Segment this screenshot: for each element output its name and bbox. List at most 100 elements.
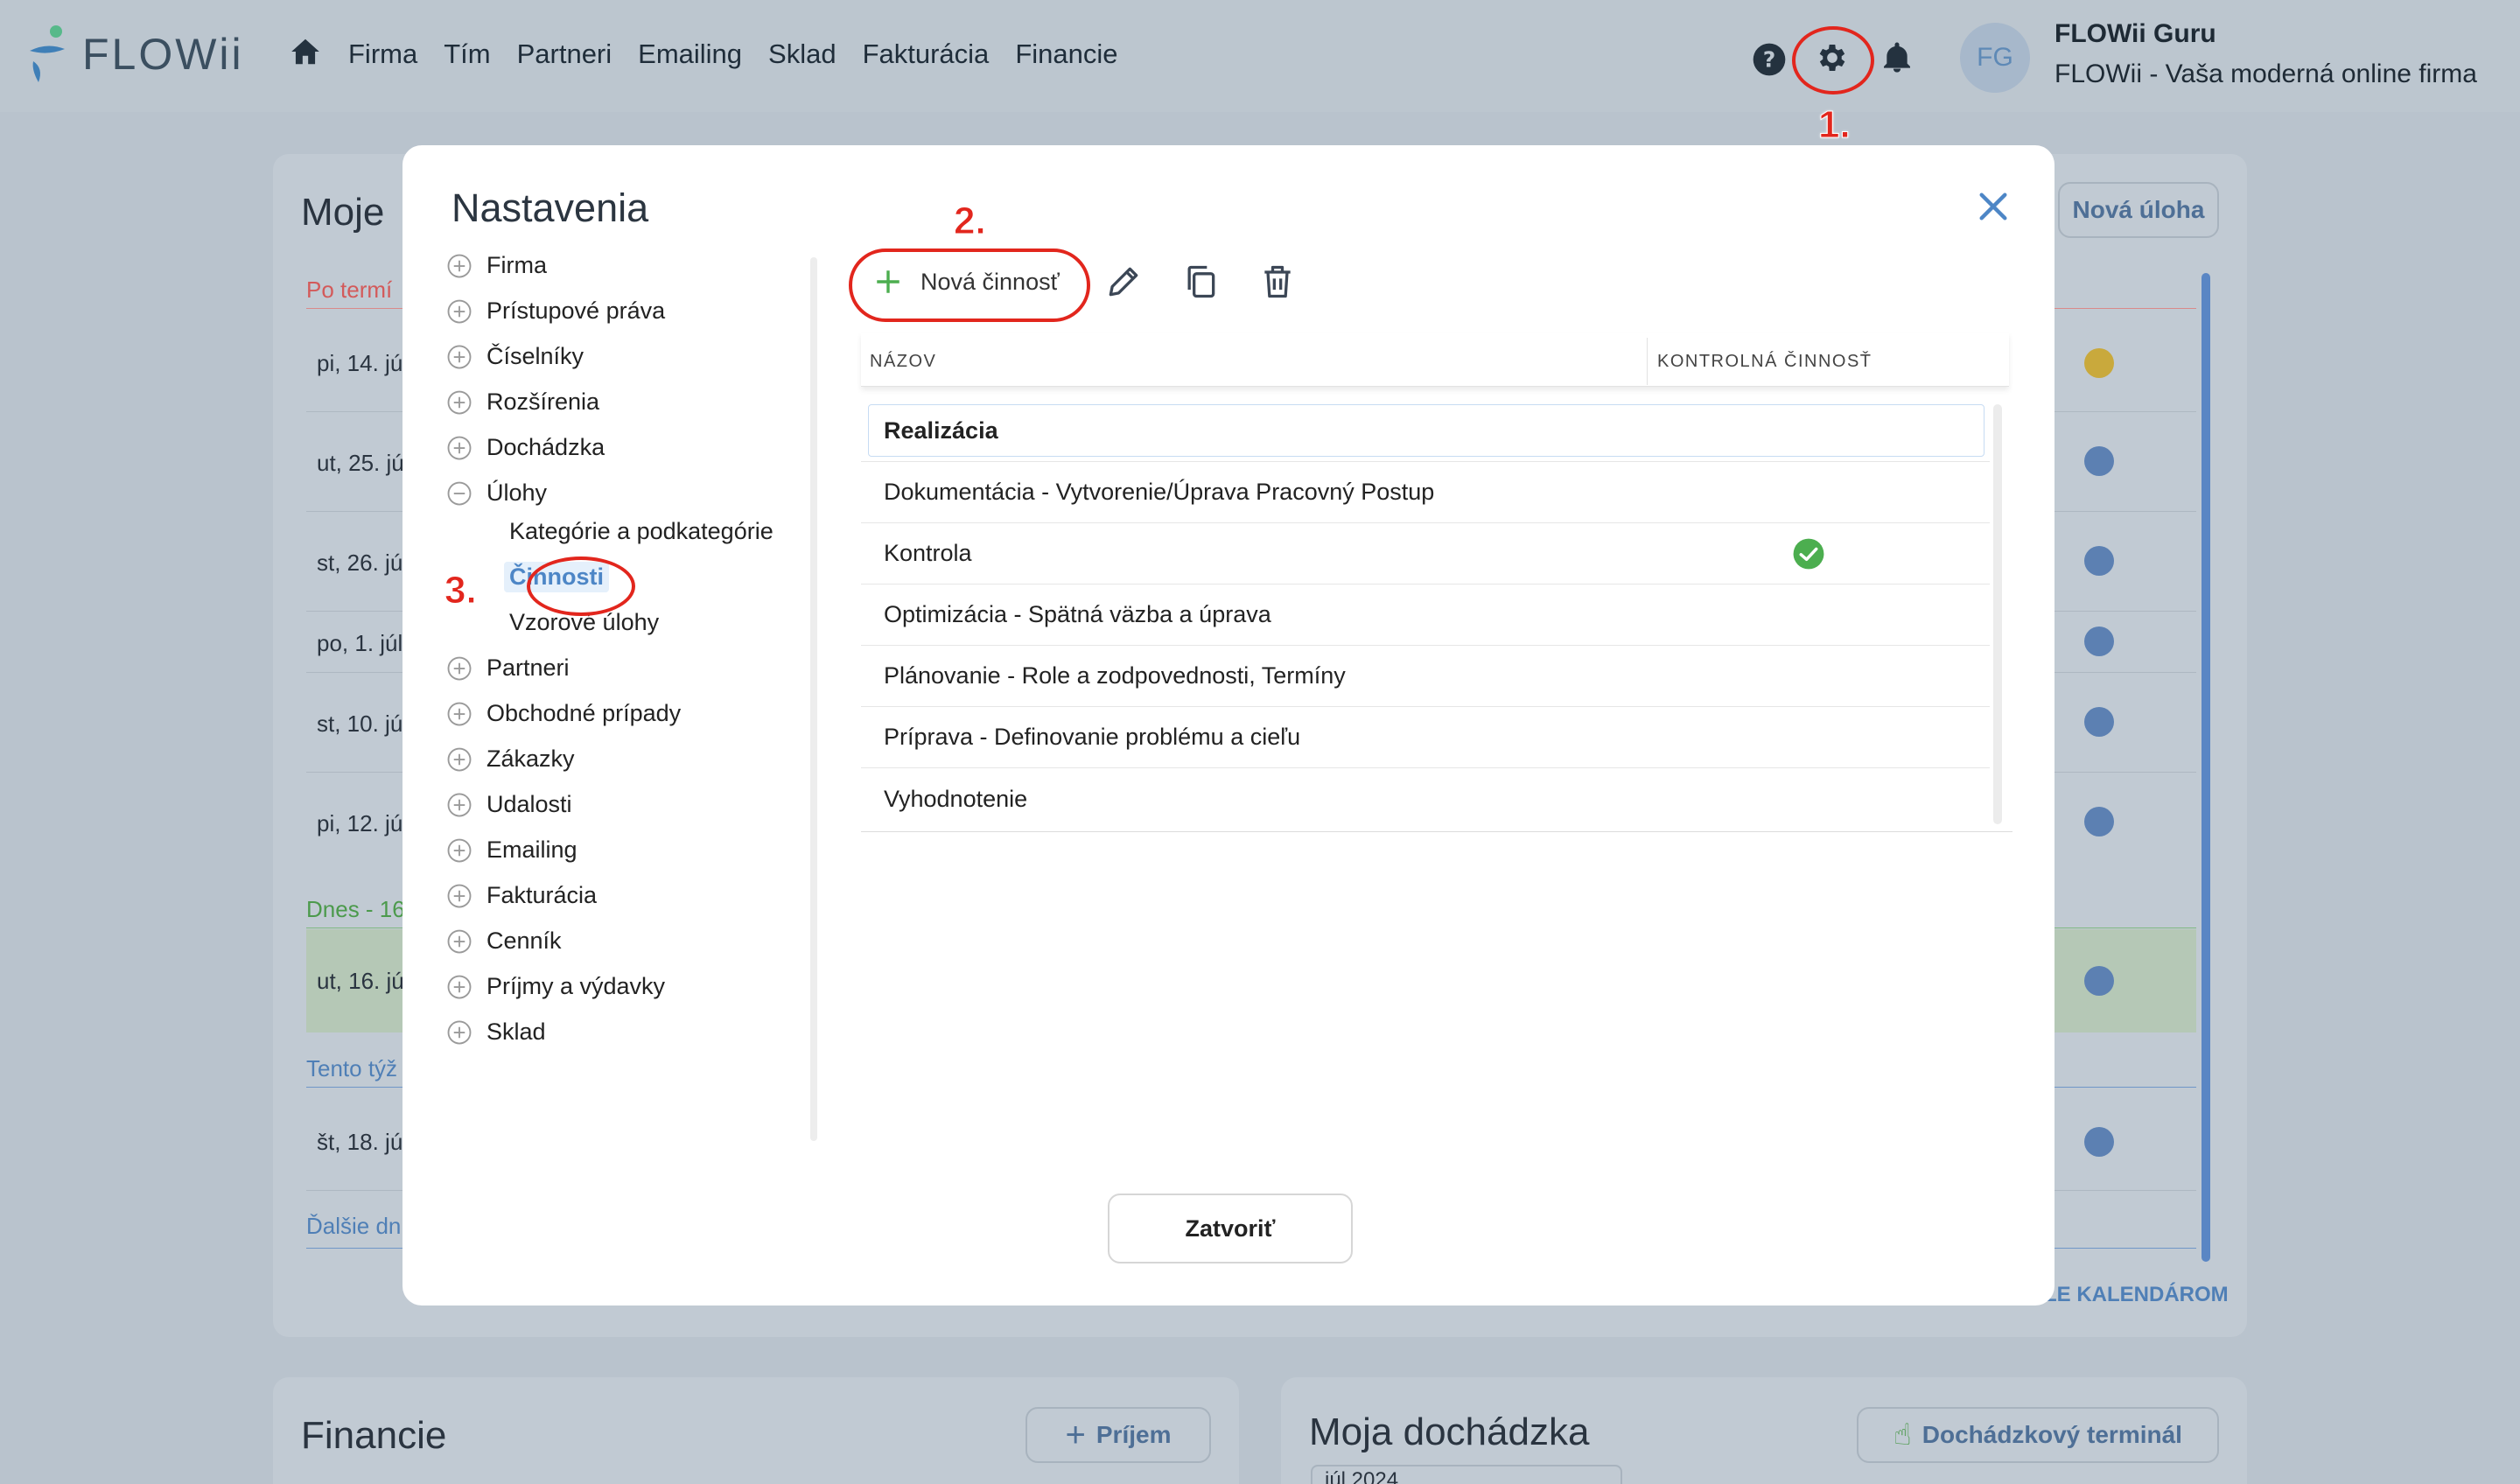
nav-firma[interactable]: Firma (348, 38, 417, 70)
section-this-week: Tento týž (306, 1055, 398, 1082)
tree-item-rozsirenia[interactable]: Rozšírenia (446, 388, 599, 416)
nav-sklad[interactable]: Sklad (768, 38, 836, 70)
hourglass-icon[interactable] (2084, 966, 2114, 996)
table-header: NÁZOV KONTROLNÁ ČINNOSŤ (861, 332, 2009, 387)
tree-item-label: Úlohy (486, 480, 548, 506)
tree-item-dochadzka[interactable]: Dochádzka (446, 434, 605, 461)
annotation-number-3: 3. (444, 569, 478, 612)
hourglass-icon[interactable] (2084, 707, 2114, 737)
tree-item-obchodne-pripady[interactable]: Obchodné prípady (446, 700, 681, 727)
expand-icon (447, 702, 472, 725)
task-date[interactable]: st, 10. jú (317, 710, 402, 738)
expand-icon (447, 838, 472, 862)
check-circle-icon (1793, 538, 1824, 570)
table-scrollbar[interactable] (1993, 404, 2002, 824)
row-name: Príprava - Definovanie problému a cieľu (884, 724, 1301, 750)
hourglass-icon[interactable] (2084, 626, 2114, 656)
user-company[interactable]: FLOWii - Vaša moderná online firma (2054, 60, 2477, 89)
task-date[interactable]: st, 26. jú (317, 550, 402, 577)
close-button[interactable]: Zatvoriť (1108, 1194, 1353, 1264)
tree-item-partneri[interactable]: Partneri (446, 654, 570, 682)
hourglass-icon[interactable] (2084, 1127, 2114, 1157)
new-task-button[interactable]: Nová úloha (2058, 182, 2219, 238)
edit-icon[interactable] (1104, 262, 1143, 301)
tree-item-pristupove-prava[interactable]: Prístupové práva (446, 298, 665, 325)
section-overdue: Po termí (306, 276, 393, 303)
nav-partneri[interactable]: Partneri (517, 38, 612, 70)
nav-financie[interactable]: Financie (1015, 38, 1117, 70)
flowii-logo[interactable]: FLOWii (26, 24, 244, 84)
tree-item-firma[interactable]: Firma (446, 252, 547, 279)
play-icon[interactable] (2084, 348, 2114, 378)
home-icon[interactable] (289, 35, 322, 73)
nav-emailing[interactable]: Emailing (638, 38, 742, 70)
user-name[interactable]: FLOWii Guru (2054, 19, 2216, 49)
annotation-circle-3 (527, 556, 635, 616)
table-row[interactable]: Plánovanie - Role a zodpovednosti, Termí… (861, 646, 1990, 707)
task-date[interactable]: ut, 16. jú (317, 968, 404, 995)
table-row[interactable]: Príprava - Definovanie problému a cieľu (861, 707, 1990, 768)
column-header-control[interactable]: KONTROLNÁ ČINNOSŤ (1657, 352, 1872, 372)
table-row[interactable]: Optimizácia - Spätná väzba a úprava (861, 584, 1990, 646)
table-row[interactable]: Realizácia (861, 401, 1990, 462)
month-select[interactable]: júl 2024 (1311, 1465, 1622, 1484)
row-name: Vyhodnotenie (884, 785, 1028, 812)
row-name: Optimizácia - Spätná väzba a úprava (884, 601, 1271, 627)
avatar[interactable]: FG (1960, 23, 2030, 93)
expand-icon (447, 1020, 472, 1044)
tree-item-prijmy-vydavky[interactable]: Príjmy a výdavky (446, 973, 665, 1000)
settings-modal: Nastavenia Firma Prístupové práva Číseln… (402, 145, 2054, 1306)
tree-item-udalosti[interactable]: Udalosti (446, 791, 572, 818)
column-separator (1647, 338, 1648, 385)
tasks-scrollbar[interactable] (2202, 273, 2210, 1262)
table-row[interactable]: Kontrola (861, 523, 1990, 584)
table-row[interactable]: Vyhodnotenie (861, 768, 1990, 830)
expand-icon (447, 436, 472, 459)
expand-icon (447, 793, 472, 816)
trash-icon[interactable] (1258, 262, 1297, 301)
tree-item-zakazky[interactable]: Zákazky (446, 746, 575, 773)
attendance-terminal-button[interactable]: ☝ Dochádzkový terminál (1857, 1407, 2219, 1463)
modal-title: Nastavenia (452, 186, 649, 230)
hourglass-icon[interactable] (2084, 446, 2114, 476)
task-date[interactable]: po, 1. júl (317, 630, 402, 657)
copy-icon[interactable] (1181, 262, 1220, 301)
tree-item-fakturacia[interactable]: Fakturácia (446, 882, 597, 909)
collapse-icon (447, 481, 472, 505)
expand-icon (447, 975, 472, 998)
nav-tim[interactable]: Tím (444, 38, 490, 70)
annotation-circle-2 (849, 248, 1090, 322)
tree-item-emailing[interactable]: Emailing (446, 836, 578, 864)
income-button[interactable]: + Príjem (1026, 1407, 1211, 1463)
svg-text:?: ? (1763, 46, 1776, 72)
help-icon[interactable]: ? (1752, 42, 1787, 77)
expand-icon (447, 254, 472, 277)
annotation-number-1: 1. (1818, 103, 1852, 147)
expand-icon (447, 299, 472, 323)
section-today: Dnes - 16 (306, 896, 405, 922)
bell-icon[interactable] (1880, 40, 1914, 75)
expand-icon (447, 929, 472, 953)
tree-item-label: Udalosti (486, 791, 572, 817)
close-icon[interactable] (1976, 189, 2011, 224)
task-date[interactable]: pi, 12. jú (317, 810, 402, 837)
column-header-name[interactable]: NÁZOV (870, 352, 936, 372)
tree-item-label: Rozšírenia (486, 388, 600, 415)
tree-sub-kategorie[interactable]: Kategórie a podkategórie (509, 518, 774, 545)
tree-scrollbar[interactable] (810, 257, 817, 1141)
nav-fakturacia[interactable]: Fakturácia (863, 38, 990, 70)
task-date[interactable]: ut, 25. jú (317, 450, 404, 477)
task-date[interactable]: št, 18. jú (317, 1129, 402, 1156)
tree-item-ulohy[interactable]: Úlohy (446, 480, 547, 507)
expand-icon (447, 884, 472, 907)
tree-item-sklad[interactable]: Sklad (446, 1018, 546, 1046)
task-date[interactable]: pi, 14. jú (317, 350, 402, 377)
table-row[interactable]: Dokumentácia - Vytvorenie/Úprava Pracovn… (861, 462, 1990, 523)
hourglass-icon[interactable] (2084, 546, 2114, 576)
hourglass-icon[interactable] (2084, 807, 2114, 836)
tree-item-label: Cenník (486, 928, 562, 954)
calendar-link[interactable]: LE KALENDÁROM (2044, 1283, 2229, 1307)
tree-item-label: Obchodné prípady (486, 700, 682, 726)
tree-item-ciselniky[interactable]: Číselníky (446, 343, 584, 370)
tree-item-cennik[interactable]: Cenník (446, 928, 562, 955)
